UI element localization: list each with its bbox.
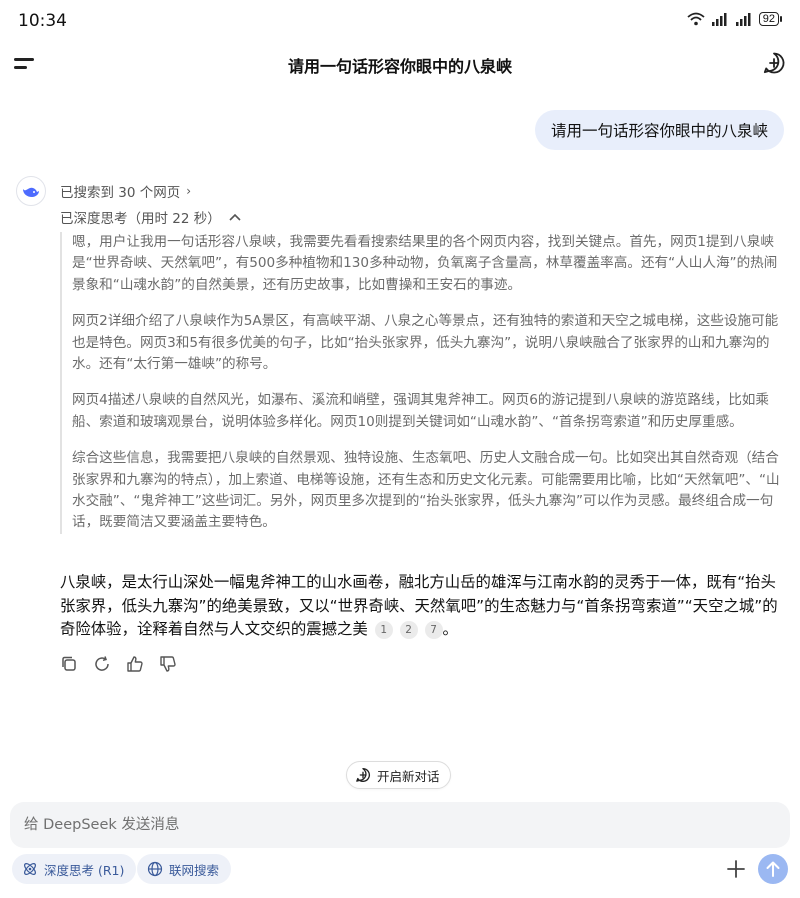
arrow-up-icon — [766, 861, 780, 877]
battery-icon: 92 — [758, 12, 782, 26]
deep-think-toggle[interactable]: 已深度思考（用时 22 秒） — [60, 207, 241, 227]
send-button[interactable] — [758, 854, 788, 884]
wifi-icon — [687, 12, 705, 26]
web-search-button[interactable]: 联网搜索 — [137, 854, 232, 884]
thumbs-up-icon[interactable] — [126, 655, 144, 673]
thinking-paragraph: 网页4描述八泉峡的自然风光，如瀑布、溪流和峭壁，强调其鬼斧神工。网页6的游记提到… — [72, 392, 769, 430]
signal-icon — [711, 13, 727, 26]
user-message-bubble: 请用一句话形容你眼中的八泉峡 — [534, 110, 784, 150]
new-chat-button[interactable]: 开启新对话 — [346, 761, 451, 789]
message-input[interactable] — [10, 802, 790, 848]
app-header: 请用一句话形容你眼中的八泉峡 — [0, 44, 800, 84]
citation-7[interactable]: 7 — [424, 621, 443, 639]
attach-plus-icon[interactable] — [725, 858, 747, 880]
status-bar: 10:34 92 — [0, 0, 800, 44]
deep-think-button[interactable]: 深度思考 (R1) — [12, 854, 137, 884]
thinking-paragraph: 综合这些信息，我需要把八泉峡的自然景观、独特设施、生态氧吧、历史人文融合成一句。… — [72, 450, 780, 531]
deepseek-avatar — [16, 176, 46, 206]
citation-2[interactable]: 2 — [399, 621, 418, 639]
deepseek-whale-icon — [23, 187, 39, 197]
citation-1[interactable]: 1 — [374, 621, 393, 639]
deep-think-chip-label: 深度思考 (R1) — [44, 862, 125, 878]
signal-icon-2 — [735, 13, 751, 26]
message-actions — [60, 655, 177, 673]
regenerate-icon[interactable] — [93, 655, 111, 673]
composer-toolbar: 深度思考 (R1) 联网搜索 — [0, 852, 800, 888]
thumbs-down-icon[interactable] — [159, 655, 177, 673]
new-chat-icon — [356, 768, 371, 782]
message-composer — [10, 802, 790, 848]
status-icons: 92 — [687, 12, 782, 26]
status-time: 10:34 — [18, 11, 67, 31]
web-search-results-toggle[interactable]: 已搜索到 30 个网页 › — [60, 181, 191, 201]
chevron-right-icon: › — [186, 184, 192, 198]
chevron-up-icon — [229, 213, 241, 221]
web-search-chip-label: 联网搜索 — [169, 862, 220, 878]
answer-end: 。 — [442, 620, 458, 638]
new-chat-icon[interactable] — [762, 51, 786, 75]
new-chat-label: 开启新对话 — [377, 768, 440, 784]
answer-text: 八泉峡，是太行山深处一幅鬼斧神工的山水画卷，融北方山岳的雄浑与江南水韵的灵秀于一… — [60, 573, 778, 638]
thinking-content: 嗯，用户让我用一句话形容八泉峡，我需要先看看搜索结果里的各个网页内容，找到关键点… — [60, 232, 786, 534]
page-title: 请用一句话形容你眼中的八泉峡 — [287, 57, 512, 76]
copy-icon[interactable] — [60, 655, 78, 673]
assistant-answer: 八泉峡，是太行山深处一幅鬼斧神工的山水画卷，融北方山岳的雄浑与江南水韵的灵秀于一… — [60, 571, 786, 642]
search-results-label: 已搜索到 30 个网页 — [60, 185, 181, 201]
deep-think-label: 已深度思考（用时 22 秒） — [60, 211, 221, 227]
battery-level: 92 — [758, 12, 779, 26]
thinking-paragraph: 嗯，用户让我用一句话形容八泉峡，我需要先看看搜索结果里的各个网页内容，找到关键点… — [72, 234, 778, 293]
thinking-paragraph: 网页2详细介绍了八泉峡作为5A景区，有高峡平湖、八泉之心等景点，还有独特的索道和… — [72, 313, 779, 373]
atom-icon — [24, 863, 36, 875]
globe-icon — [147, 861, 163, 877]
